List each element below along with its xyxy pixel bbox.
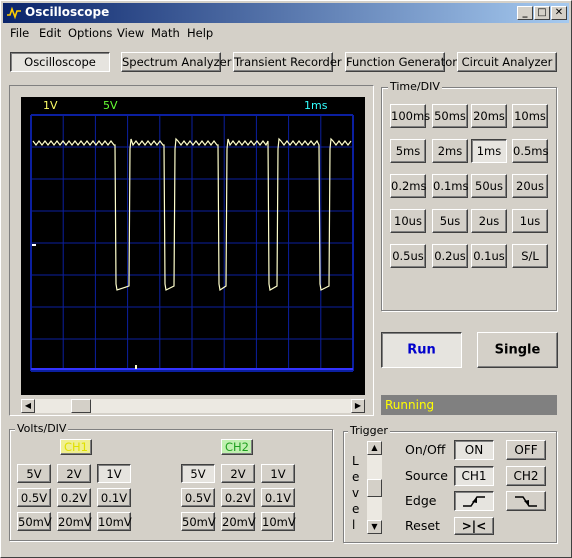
status-bar: Running	[381, 395, 557, 415]
time-div-option[interactable]: 5us	[432, 209, 468, 233]
ch1-volts-option[interactable]: 5V	[17, 464, 51, 483]
volts-div-label: Volts/DIV	[15, 422, 69, 435]
time-div-option[interactable]: 0.5ms	[512, 139, 548, 163]
trigger-on-button[interactable]: ON	[454, 440, 494, 460]
level-letter: L	[352, 454, 359, 468]
level-up-arrow-icon[interactable]: ▲	[367, 441, 382, 455]
rising-edge-icon	[463, 496, 485, 507]
ch2-volts-option[interactable]: 1V	[261, 464, 295, 483]
oscilloscope-window: Oscilloscope _ □ ✕ File Edit Options Vie…	[0, 0, 572, 558]
scroll-left-arrow-icon[interactable]: ◀	[21, 399, 35, 413]
time-div-option[interactable]: 20us	[512, 174, 548, 198]
ch2-volts-option[interactable]: 0.2V	[221, 488, 255, 507]
trigger-position-marker	[135, 365, 137, 369]
single-button[interactable]: Single	[477, 332, 558, 368]
trigger-source-ch1-button[interactable]: CH1	[454, 466, 494, 486]
ch1-volts-option[interactable]: 20mV	[57, 512, 92, 531]
scroll-thumb[interactable]	[71, 399, 91, 413]
time-div-option[interactable]: 50us	[471, 174, 507, 198]
time-div-option[interactable]: 100ms	[390, 104, 430, 128]
menu-options[interactable]: Options	[68, 26, 112, 40]
time-div-option[interactable]: 10ms	[512, 104, 548, 128]
waveform-app-icon	[7, 6, 21, 20]
menu-bar: File Edit Options View Math Help	[3, 24, 569, 42]
horizontal-scrollbar[interactable]: ◀ ▶	[21, 399, 365, 413]
time-div-option[interactable]: S/L	[512, 244, 548, 268]
ch1-volts-option[interactable]: 2V	[57, 464, 91, 483]
mode-transient-recorder-button[interactable]: Transient Recorder	[233, 52, 342, 72]
onoff-label: On/Off	[405, 442, 446, 457]
time-div-label: Time/DIV	[388, 80, 442, 93]
menu-help[interactable]: Help	[187, 26, 213, 40]
ch2-channel-button[interactable]: CH2	[221, 439, 253, 455]
ch2-volts-option[interactable]: 5V	[181, 464, 215, 483]
run-button[interactable]: Run	[381, 332, 462, 368]
ch1-volts-option[interactable]: 1V	[97, 464, 131, 483]
time-div-option[interactable]: 50ms	[432, 104, 468, 128]
title-bar[interactable]: Oscilloscope _ □ ✕	[3, 3, 569, 23]
close-button[interactable]: ✕	[551, 6, 567, 20]
ch2-volts-option[interactable]: 20mV	[221, 512, 256, 531]
level-letter: e	[352, 502, 360, 516]
time-div-option[interactable]: 0.2ms	[390, 174, 426, 198]
maximize-button[interactable]: □	[534, 6, 550, 20]
ch2-volts-option[interactable]: 2V	[221, 464, 255, 483]
level-down-arrow-icon[interactable]: ▼	[367, 520, 382, 534]
mode-oscilloscope-button[interactable]: Oscilloscope	[10, 52, 110, 72]
mode-spectrum-analyzer-button[interactable]: Spectrum Analyzer	[121, 52, 231, 72]
menu-file[interactable]: File	[10, 26, 29, 40]
level-thumb[interactable]	[367, 479, 382, 497]
ch1-volts-option[interactable]: 50mV	[17, 512, 52, 531]
trigger-source-ch2-button[interactable]: CH2	[506, 466, 546, 486]
mode-circuit-analyzer-button[interactable]: Circuit Analyzer	[457, 52, 557, 72]
scope-plot	[30, 114, 354, 372]
ch1-volts-option[interactable]: 0.1V	[97, 488, 131, 507]
ch1-channel-button[interactable]: CH1	[60, 439, 92, 455]
time-div-option[interactable]: 5ms	[390, 139, 426, 163]
menu-view[interactable]: View	[117, 26, 144, 40]
time-div-option[interactable]: 0.2us	[432, 244, 468, 268]
time-div-option[interactable]: 0.1ms	[432, 174, 468, 198]
edge-label: Edge	[405, 493, 437, 508]
menu-math[interactable]: Math	[151, 26, 180, 40]
trigger-edge-falling-button[interactable]	[506, 491, 546, 511]
falling-edge-icon	[515, 496, 537, 507]
time-div-option[interactable]: 1us	[512, 209, 548, 233]
trigger-label: Trigger	[348, 424, 390, 437]
ch1-ground-marker	[32, 244, 36, 246]
ch2-volts-option[interactable]: 0.5V	[181, 488, 215, 507]
menu-edit[interactable]: Edit	[39, 26, 61, 40]
level-letter: l	[352, 518, 356, 532]
ch2-volts-option[interactable]: 10mV	[261, 512, 296, 531]
time-div-option[interactable]: 0.1us	[471, 244, 507, 268]
window-title: Oscilloscope	[25, 5, 110, 19]
time-div-option[interactable]: 1ms	[471, 139, 507, 163]
ch1-volts-option[interactable]: 0.2V	[57, 488, 91, 507]
scroll-right-arrow-icon[interactable]: ▶	[351, 399, 365, 413]
trigger-level-slider[interactable]: ▲ ▼	[367, 441, 382, 534]
minimize-button[interactable]: _	[517, 6, 533, 20]
ch1-volts-option[interactable]: 10mV	[97, 512, 132, 531]
scope-grid	[30, 114, 354, 372]
scope-screen: 1V 5V 1ms	[21, 97, 365, 395]
time-div-option[interactable]: 10us	[390, 209, 426, 233]
reset-label: Reset	[405, 518, 440, 533]
level-letter: v	[352, 486, 360, 500]
trigger-off-button[interactable]: OFF	[506, 440, 546, 460]
time-div-option[interactable]: 20ms	[471, 104, 507, 128]
trigger-edge-rising-button[interactable]	[454, 491, 494, 511]
mode-function-generator-button[interactable]: Function Generator	[345, 52, 457, 72]
ch1-volts-option[interactable]: 0.5V	[17, 488, 51, 507]
source-label: Source	[405, 468, 448, 483]
trigger-reset-button[interactable]: >|<	[454, 517, 494, 535]
time-div-option[interactable]: 0.5us	[390, 244, 426, 268]
time-div-option[interactable]: 2us	[471, 209, 507, 233]
ch2-volts-option[interactable]: 0.1V	[261, 488, 295, 507]
ch2-volts-option[interactable]: 50mV	[181, 512, 216, 531]
time-div-option[interactable]: 2ms	[432, 139, 468, 163]
level-letter: e	[352, 470, 360, 484]
